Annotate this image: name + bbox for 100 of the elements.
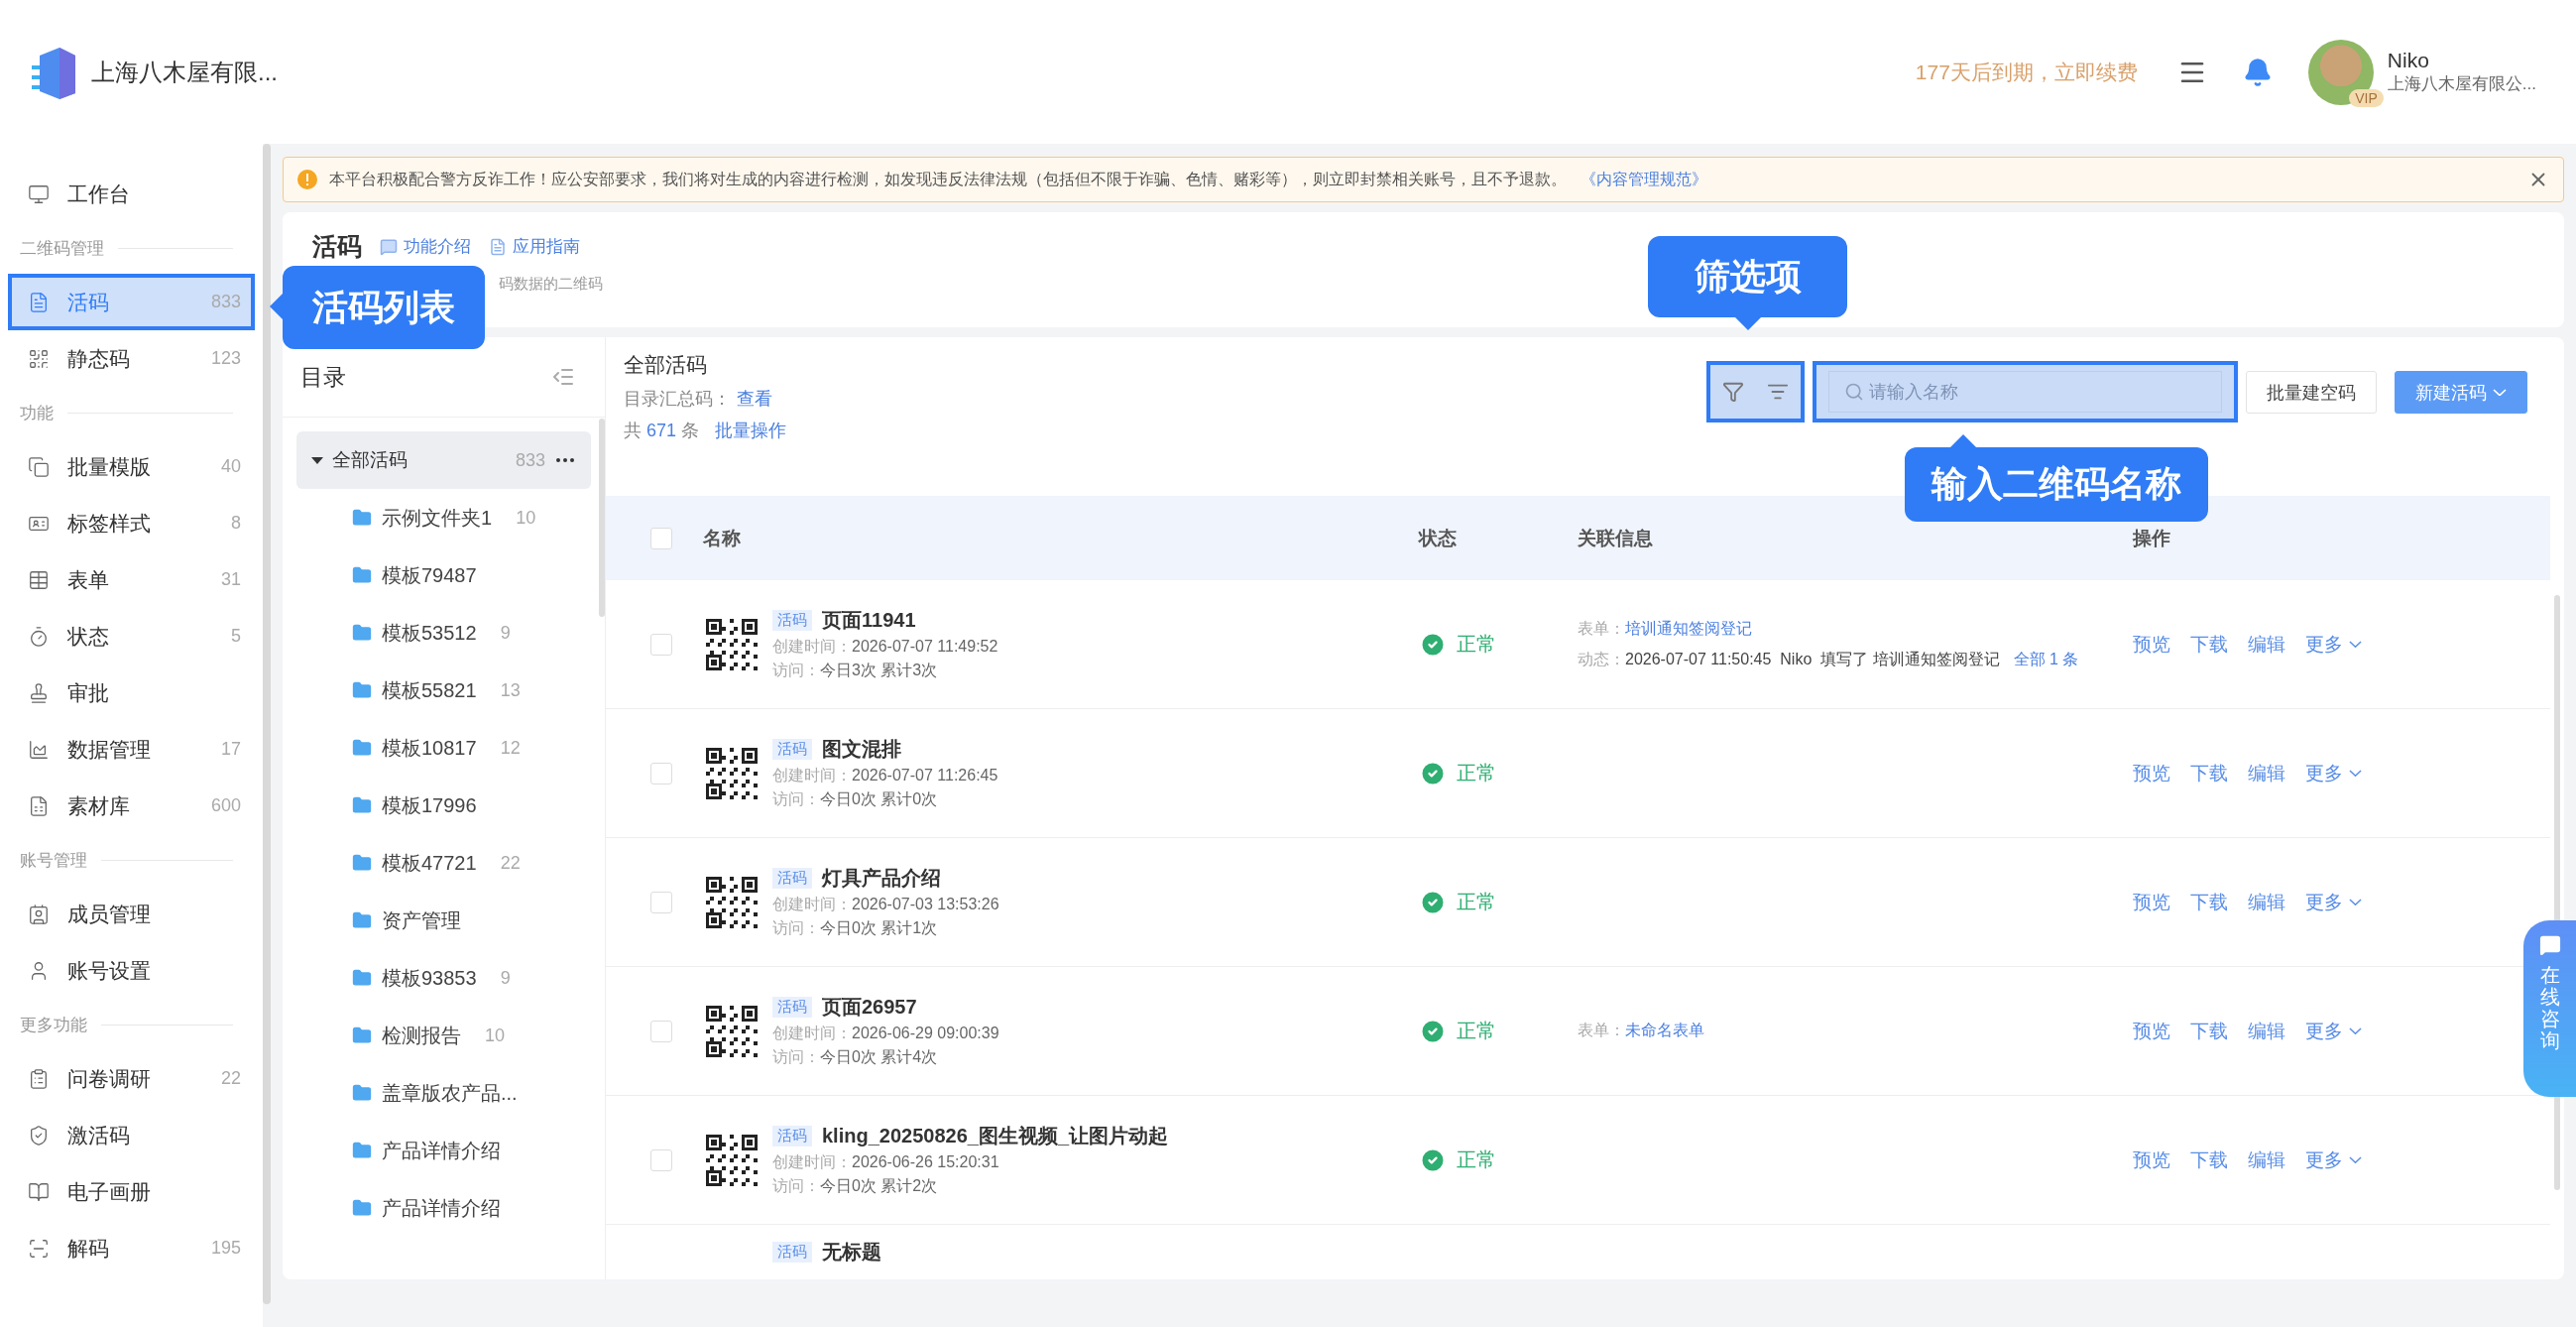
code-name[interactable]: kling_20250826_图生视频_让图片动起: [822, 1123, 1169, 1149]
scan-icon: [28, 1237, 50, 1260]
related-link[interactable]: 未命名表单: [1625, 1022, 1704, 1038]
created-time: 创建时间：2026-07-07 11:26:45: [772, 766, 998, 785]
visit-count: 访问：今日0次 累计0次: [772, 789, 939, 809]
folder-count: 12: [500, 737, 521, 759]
created-time: 创建时间：2026-07-07 11:49:52: [772, 637, 998, 657]
folder-icon: [352, 680, 372, 700]
related-info: 表单：未命名表单: [1578, 1021, 1705, 1040]
total-count: 共 671 条: [624, 420, 700, 442]
document-icon: [28, 291, 50, 313]
type-tag: 活码: [772, 1242, 812, 1263]
related-link[interactable]: 全部 1 条: [2013, 650, 2079, 667]
folder-item[interactable]: 模板17996: [382, 791, 477, 819]
chart-icon: [28, 738, 50, 761]
search-field[interactable]: 请输入名称: [1813, 361, 2238, 422]
document-icon: [489, 237, 507, 256]
sidebar-item[interactable]: 静态码 123: [0, 330, 263, 387]
checkbox[interactable]: [650, 891, 672, 913]
sidebar-item[interactable]: 素材库 600: [0, 778, 263, 834]
callout: 活码列表: [283, 266, 485, 349]
copy-icon: [28, 455, 50, 478]
checkbox[interactable]: [650, 762, 672, 784]
folder-item[interactable]: 模板55821: [382, 676, 477, 704]
type-tag: 活码: [772, 739, 812, 760]
sidebar-item[interactable]: 账号设置: [0, 942, 263, 999]
batch-link[interactable]: 批量操作: [715, 419, 787, 442]
folder-icon: [352, 508, 372, 528]
folder-icon: [352, 910, 372, 930]
page-subtitle: 码数据的二维码: [499, 275, 603, 294]
book-icon: [28, 1180, 50, 1203]
folder-count: 9: [500, 967, 511, 989]
visit-count: 访问：今日3次 累计3次: [772, 661, 939, 680]
folder-item[interactable]: 模板93853: [382, 964, 477, 992]
created-time: 创建时间：2026-06-26 15:20:31: [772, 1152, 1000, 1172]
sidebar-item[interactable]: 问卷调研 22: [0, 1050, 263, 1107]
user-name: Niko: [2387, 49, 2430, 72]
policy-link[interactable]: 《内容管理规范》: [1581, 170, 1707, 187]
folder-item[interactable]: 示例文件夹1: [382, 504, 493, 532]
sidebar-item[interactable]: 解码 195: [0, 1220, 263, 1276]
sidebar-item[interactable]: 激活码: [0, 1107, 263, 1163]
folder-item[interactable]: 模板53512: [382, 619, 477, 647]
code-name[interactable]: 页面26957: [822, 994, 917, 1021]
sidebar-item[interactable]: 数据管理 17: [0, 721, 263, 778]
folder-item[interactable]: 资产管理: [382, 906, 461, 934]
chevron-down-icon: [2349, 1155, 2362, 1164]
folder-item[interactable]: 模板10817: [382, 734, 477, 762]
table-icon: [28, 568, 50, 591]
folder-item[interactable]: 产品详情介绍: [382, 1194, 501, 1222]
sidebar-heading: 功能: [20, 402, 54, 424]
vip-badge: VIP: [2349, 88, 2384, 107]
visit-count: 访问：今日0次 累计2次: [772, 1176, 939, 1196]
checkbox[interactable]: [650, 1020, 672, 1042]
checkbox[interactable]: [650, 527, 672, 549]
sidebar-heading: 账号管理: [20, 849, 87, 872]
folder-item[interactable]: 产品详情介绍: [382, 1137, 501, 1164]
checkbox[interactable]: [650, 633, 672, 656]
user-organization: 上海八木屋有限公...: [2387, 73, 2536, 95]
notice-text: 本平台积极配合警方反诈工作！应公安部要求，我们将对生成的内容进行检测，如发现违反法律法规（包括但不限于诈骗、色情、赌彩等），则立即封禁相关账号，且不予退款。 《内容管理规范》: [329, 169, 1707, 189]
page-title: 活码: [312, 231, 362, 262]
sidebar-item[interactable]: 表单 31: [0, 551, 263, 608]
sidebar-item[interactable]: 成员管理: [0, 886, 263, 942]
checkbox[interactable]: [650, 1148, 672, 1171]
sidebar-item[interactable]: 工作台: [0, 166, 263, 222]
visit-count: 访问：今日0次 累计1次: [772, 918, 939, 938]
status-text: 正常: [1457, 632, 1496, 657]
sidebar-item[interactable]: 审批: [0, 664, 263, 721]
folder-item[interactable]: 盖章版农产品...: [382, 1079, 518, 1107]
folder-count: 13: [500, 679, 521, 701]
chevron-down-icon: [2349, 769, 2362, 778]
folder-root[interactable]: 全部活码 833: [296, 431, 591, 489]
folder-item[interactable]: 检测报告: [382, 1022, 461, 1049]
code-name[interactable]: 图文混排: [822, 736, 901, 763]
guide-link[interactable]: 应用指南: [489, 235, 580, 258]
type-tag: 活码: [772, 997, 812, 1018]
related-link[interactable]: 培训通知签阅登记: [1625, 619, 1752, 637]
directory-title: 目录: [300, 362, 346, 392]
column-header: 操作: [2133, 526, 2171, 550]
folder-count: 22: [500, 852, 521, 874]
status-text: 正常: [1457, 761, 1496, 785]
folder-count: 9: [500, 622, 511, 644]
sidebar-item[interactable]: 状态 5: [0, 608, 263, 664]
batch-create-button[interactable]: 批量建空码: [2246, 371, 2377, 414]
guide-link[interactable]: 功能介绍: [380, 235, 471, 258]
view-link[interactable]: 查看: [737, 387, 772, 411]
chat-bubble-icon: [380, 237, 398, 256]
code-name[interactable]: 页面11941: [822, 607, 916, 634]
folder-icon: [352, 1198, 372, 1218]
folder-item[interactable]: 模板79487: [382, 561, 477, 589]
folder-icon: [352, 1083, 372, 1103]
sidebar-item[interactable]: 标签样式 8: [0, 495, 263, 551]
code-name[interactable]: 灯具产品介绍: [822, 865, 941, 892]
folder-count: 10: [516, 507, 536, 529]
callout-pointer: [1950, 434, 1976, 447]
status-text: 正常: [1457, 1147, 1496, 1172]
callout: 输入二维码名称: [1905, 447, 2208, 522]
sidebar-item[interactable]: 电子画册: [0, 1163, 263, 1220]
folder-item[interactable]: 模板47721: [382, 849, 477, 877]
sidebar-item[interactable]: 批量模版 40: [0, 438, 263, 495]
filter-icon[interactable]: [1721, 381, 1744, 403]
